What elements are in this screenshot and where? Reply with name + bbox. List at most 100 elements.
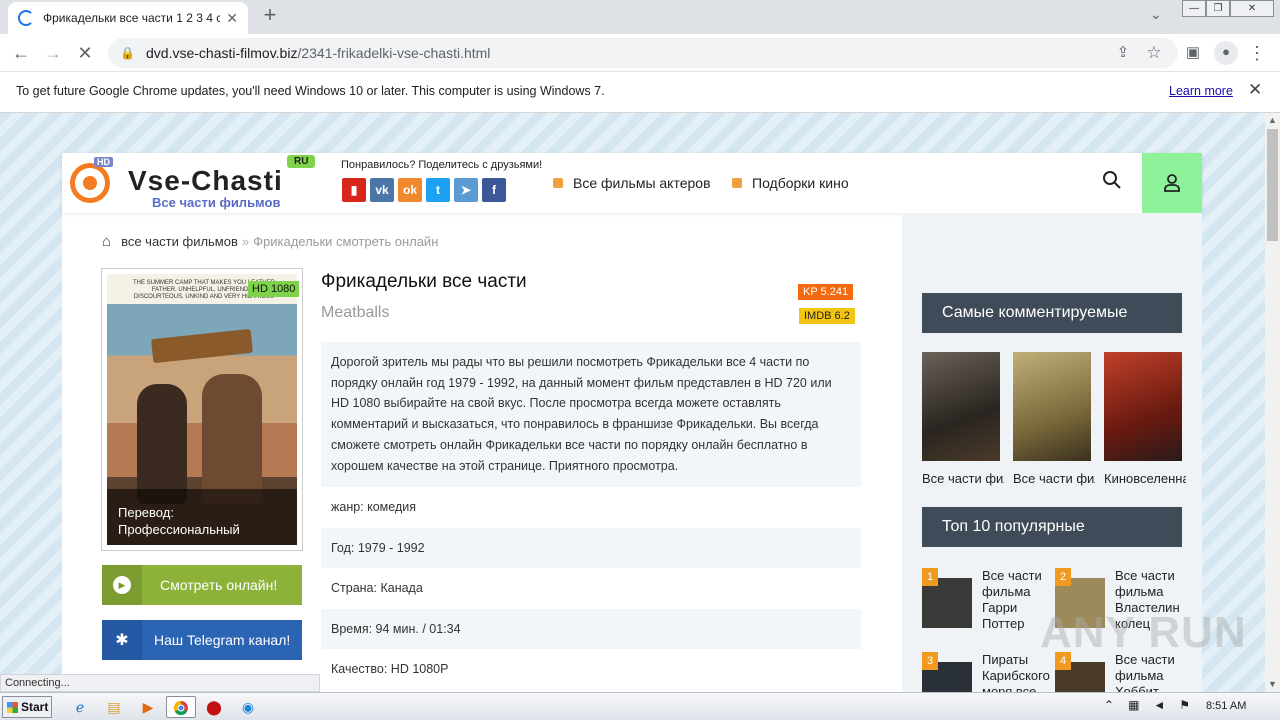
minimize-button[interactable]: — [1182,0,1206,17]
stop-icon[interactable]: ✕ [74,42,96,64]
scroll-up-icon[interactable]: ▲ [1268,115,1277,125]
menu-icon[interactable]: ⋮ [1246,42,1268,64]
top10-heading: Топ 10 популярные [922,507,1182,547]
year-row: Год: 1979 - 1992 [321,528,861,568]
imdb-rating-badge: IMDB 6.2 [799,308,855,324]
back-icon[interactable]: ← [10,42,32,64]
login-button[interactable] [1142,153,1202,213]
chrome-icon [173,700,188,716]
twitter-share-icon[interactable]: t [426,178,450,202]
tray-arrow-icon[interactable]: ⌃ [1104,698,1114,712]
telegram-icon: ✱ [102,620,142,660]
search-button[interactable] [1094,169,1130,199]
sidebar-icon[interactable]: ▣ [1182,42,1204,64]
logo-text[interactable]: Vse-Chasti [128,165,283,197]
volume-icon[interactable]: ◄ [1153,698,1165,712]
telegram-share-icon[interactable]: ➤ [454,178,478,202]
commented-caption-3[interactable]: Киновселенная Марвел [1104,471,1186,486]
top10-title: Пираты Карибского моря все части фильма [982,652,1050,692]
movie-original-title: Meatballs [321,304,390,321]
scroll-down-icon[interactable]: ▼ [1268,679,1277,689]
infobar-close-icon[interactable]: ✕ [1248,80,1262,100]
share-icon[interactable]: ⇪ [1112,42,1134,64]
taskbar: Start ℯ ▤ ▶ ⬤ ◉ ⌃ ▦ ◄ ⚑ 8:51 AM [0,692,1280,720]
page-viewport: HD Vse-Chasti Все части фильмов RU Понра… [0,113,1265,692]
browser-tab[interactable]: Фрикадельки все части 1 2 3 4 смотреть ✕ [8,2,248,34]
tab-close-icon[interactable]: ✕ [226,10,238,27]
clock[interactable]: 8:51 AM [1206,700,1246,712]
logo-subtitle: Все части фильмов [152,195,281,210]
breadcrumb-current: Фрикадельки смотреть онлайн [253,234,439,249]
home-icon[interactable]: ⌂ [102,233,111,250]
search-icon [1103,171,1121,189]
share-label: Понравилось? Поделитесь с друзьями! [341,159,543,171]
breadcrumb: ⌂ все части фильмов » Фрикадельки смотре… [102,233,438,250]
commented-poster-2[interactable] [1013,352,1091,461]
watch-online-button[interactable]: ▶ Смотреть онлайн! [102,565,302,605]
nav-collections[interactable]: Подборки кино [732,175,849,191]
top10-item[interactable]: 1 Все части фильма Гарри Поттер [922,568,1046,648]
watermark: ANY RUN [1040,608,1247,657]
commented-caption-2[interactable]: Все части фильма Властелин колец [1013,471,1095,486]
infobar-message: To get future Google Chrome updates, you… [16,84,605,98]
nav-label: Все фильмы актеров [573,175,711,191]
url-host: dvd.vse-chasti-filmov.biz [146,45,298,61]
watch-online-label: Смотреть онлайн! [160,577,278,593]
ie-icon[interactable]: ℯ [66,696,94,718]
explorer-icon[interactable]: ▤ [100,696,128,718]
network-icon[interactable]: ▦ [1128,698,1139,712]
flag-icon[interactable]: ⚑ [1179,698,1190,712]
movie-poster[interactable]: THE SUMMER CAMP THAT MAKES YOU LEATHER F… [101,268,303,551]
star-icon[interactable]: ☆ [1143,42,1165,64]
chrome-taskbar-icon[interactable] [166,696,196,718]
play-icon: ▶ [113,576,131,594]
restore-button[interactable]: ❐ [1206,0,1230,17]
breadcrumb-home-link[interactable]: все части фильмов [121,234,238,249]
commented-poster-3[interactable] [1104,352,1182,461]
top10-item[interactable]: 3 Пираты Карибского моря все части фильм… [922,652,1050,692]
telegram-channel-button[interactable]: ✱ Наш Telegram канал! [102,620,302,660]
top10-rank: 3 [922,652,938,670]
top10-item[interactable]: 4 Все части фильма Хоббит [1055,652,1179,692]
address-bar[interactable]: 🔒 dvd.vse-chasti-filmov.biz/2341-frikade… [108,38,1178,68]
shield-icon[interactable]: ⬤ [200,696,228,718]
site-header: HD Vse-Chasti Все части фильмов RU Понра… [62,153,1202,213]
ok-share-icon[interactable]: ok [398,178,422,202]
media-player-icon[interactable]: ▶ [134,696,162,718]
lock-icon[interactable]: 🔒 [120,46,135,60]
nav-all-actors-films[interactable]: Все фильмы актеров [553,175,711,191]
start-button[interactable]: Start [2,696,52,718]
update-infobar: To get future Google Chrome updates, you… [0,72,1280,113]
most-commented-heading: Самые комментируемые [922,293,1182,333]
scroll-thumb[interactable] [1267,129,1278,241]
top10-rank: 1 [922,568,938,586]
vk-share-icon[interactable]: vk [370,178,394,202]
logo-icon[interactable] [70,163,110,203]
new-tab-button[interactable]: + [258,4,282,28]
telegram-channel-label: Наш Telegram канал! [154,632,291,648]
tab-search-chevron-icon[interactable]: ⌄ [1150,6,1162,23]
movie-title: Фрикадельки все части [321,271,527,292]
browser-toolbar: ← → ✕ 🔒 dvd.vse-chasti-filmov.biz/2341-f… [0,34,1280,72]
edge-icon[interactable]: ◉ [234,696,262,718]
learn-more-link[interactable]: Learn more [1169,84,1233,98]
bookmark-share-icon[interactable]: ▮ [342,178,366,202]
share-icons: ▮ vk ok t ➤ f [342,178,506,202]
user-icon [1164,174,1180,192]
facebook-share-icon[interactable]: f [482,178,506,202]
forward-icon[interactable]: → [42,42,64,64]
duration-row: Время: 94 мин. / 01:34 [321,609,861,649]
quality-row: Качество: HD 1080P [331,662,449,676]
profile-icon[interactable]: ● [1214,41,1238,65]
close-window-button[interactable]: ✕ [1230,0,1274,17]
genre-row: жанр: комедия [331,500,416,514]
logo-ru-badge: RU [287,155,316,168]
commented-poster-1[interactable] [922,352,1000,461]
loading-spinner-icon [18,10,34,26]
commented-caption-1[interactable]: Все части фильма Гарри Поттер [922,471,1004,486]
system-tray: ⌃ ▦ ◄ ⚑ [1104,698,1190,712]
kp-rating-badge: KP 5.241 [798,284,854,300]
page-scrollbar[interactable]: ▲ ▼ [1265,113,1280,692]
status-bubble: Connecting... [0,674,320,692]
nav-label: Подборки кино [752,175,849,191]
